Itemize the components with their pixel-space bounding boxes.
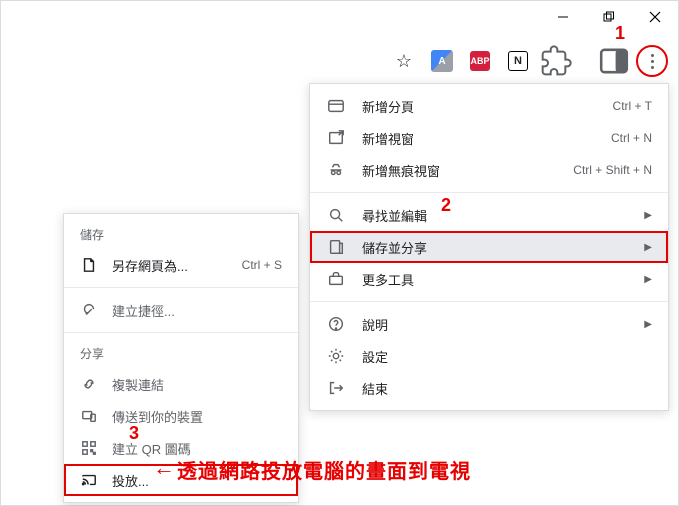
submenu-copy-link[interactable]: 複製連結 <box>64 368 298 400</box>
menu-help[interactable]: 說明 ▶ <box>310 308 668 340</box>
menu-new-window[interactable]: 新增視窗 Ctrl + N <box>310 122 668 154</box>
menu-label: 新增分頁 <box>362 97 613 116</box>
menu-label: 新增無痕視窗 <box>362 161 573 180</box>
extensions-puzzle-icon[interactable] <box>540 45 572 77</box>
submenu-create-shortcut[interactable]: 建立捷徑... <box>64 294 298 326</box>
devices-icon <box>80 407 98 425</box>
minimize-button[interactable] <box>540 1 586 33</box>
window-controls <box>540 1 678 33</box>
chevron-right-icon: ▶ <box>644 319 652 330</box>
help-icon <box>326 314 346 334</box>
menu-separator <box>64 287 298 288</box>
menu-settings[interactable]: 設定 <box>310 340 668 372</box>
adblock-extension-icon[interactable]: ABP <box>464 45 496 77</box>
menu-label: 更多工具 <box>362 270 636 289</box>
translate-extension-icon[interactable]: A <box>426 45 458 77</box>
annotation-3: 3 <box>129 423 139 444</box>
menu-label: 儲存並分享 <box>362 238 636 257</box>
menu-shortcut: Ctrl + T <box>613 99 652 113</box>
menu-label: 尋找並編輯 <box>362 206 636 225</box>
gear-icon <box>326 346 346 366</box>
menu-shortcut: Ctrl + N <box>611 131 652 145</box>
menu-separator <box>64 332 298 333</box>
menu-find-edit[interactable]: 尋找並編輯 ▶ <box>310 199 668 231</box>
menu-more-tools[interactable]: 更多工具 ▶ <box>310 263 668 295</box>
menu-save-share[interactable]: 儲存並分享 ▶ <box>310 231 668 263</box>
annotation-arrow: ← <box>153 455 175 481</box>
annotation-1: 1 <box>615 23 625 44</box>
link-icon <box>80 375 98 393</box>
incognito-icon <box>326 160 346 180</box>
chevron-right-icon: ▶ <box>644 210 652 221</box>
notion-extension-icon[interactable]: N <box>502 45 534 77</box>
menu-shortcut: Ctrl + Shift + N <box>573 163 652 177</box>
chevron-right-icon: ▶ <box>644 274 652 285</box>
main-menu: 新增分頁 Ctrl + T 新增視窗 Ctrl + N 新增無痕視窗 Ctrl … <box>309 83 669 411</box>
chevron-right-icon: ▶ <box>644 242 652 253</box>
bookmark-star-icon[interactable]: ☆ <box>388 45 420 77</box>
save-share-icon <box>326 237 346 257</box>
file-icon <box>80 256 98 274</box>
qr-icon <box>80 439 98 457</box>
new-window-icon <box>326 128 346 148</box>
kebab-menu-button[interactable] <box>636 45 668 77</box>
menu-exit[interactable]: 結束 <box>310 372 668 404</box>
submenu-section-share: 分享 <box>64 339 298 368</box>
side-panel-icon[interactable] <box>598 45 630 77</box>
submenu-save-page-as[interactable]: 另存網頁為... Ctrl + S <box>64 249 298 281</box>
menu-label: 設定 <box>362 347 652 366</box>
search-icon <box>326 205 346 225</box>
submenu-label: 投放... <box>112 471 149 490</box>
cast-icon <box>80 471 98 489</box>
submenu-label: 傳送到你的裝置 <box>112 407 203 426</box>
menu-label: 結束 <box>362 379 652 398</box>
annotation-caption: 透過網路投放電腦的畫面到電視 <box>177 455 471 484</box>
menu-label: 新增視窗 <box>362 129 611 148</box>
submenu-shortcut: Ctrl + S <box>242 258 282 272</box>
close-button[interactable] <box>632 1 678 33</box>
toolbox-icon <box>326 269 346 289</box>
exit-icon <box>326 378 346 398</box>
restore-button[interactable] <box>586 1 632 33</box>
menu-new-incognito[interactable]: 新增無痕視窗 Ctrl + Shift + N <box>310 154 668 186</box>
menu-separator <box>310 192 668 193</box>
annotation-2: 2 <box>441 195 451 216</box>
shortcut-icon <box>80 301 98 319</box>
submenu-label: 另存網頁為... <box>112 256 188 275</box>
toolbar: ☆ A ABP N <box>388 41 668 81</box>
new-tab-icon <box>326 96 346 116</box>
menu-separator <box>310 301 668 302</box>
submenu-label: 複製連結 <box>112 375 164 394</box>
submenu-send-to-device[interactable]: 傳送到你的裝置 <box>64 400 298 432</box>
submenu-label: 建立捷徑... <box>112 301 175 320</box>
submenu-section-save: 儲存 <box>64 220 298 249</box>
menu-new-tab[interactable]: 新增分頁 Ctrl + T <box>310 90 668 122</box>
menu-label: 說明 <box>362 315 636 334</box>
